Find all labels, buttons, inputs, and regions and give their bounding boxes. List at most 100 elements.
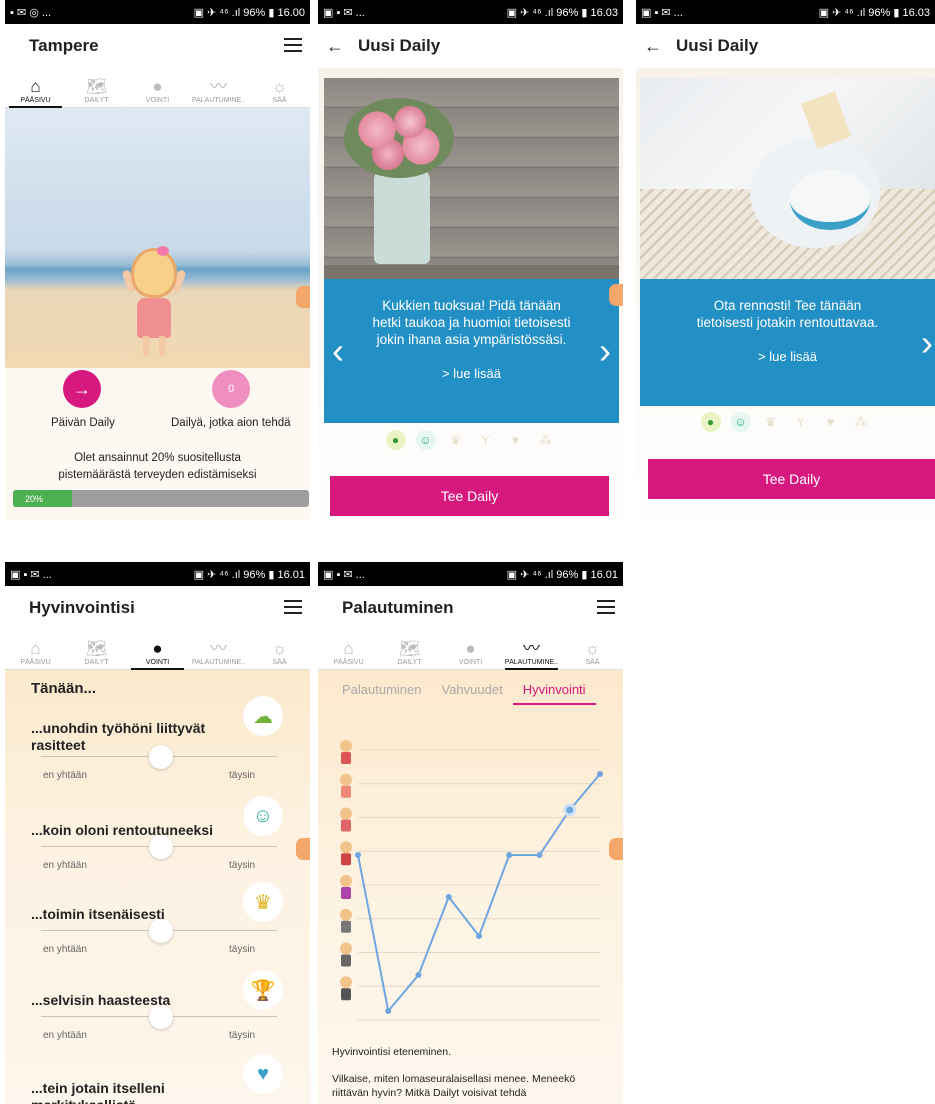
- next-arrow-icon[interactable]: ›: [921, 324, 933, 361]
- question-2: ...koin oloni rentoutuneeksi: [31, 822, 214, 838]
- relax-icon: ☺: [243, 796, 283, 836]
- status-right: ▣ ✈ ⁴⁶ .ıl 96% ▮ 16.01: [193, 568, 305, 581]
- menu-icon[interactable]: [284, 38, 302, 52]
- slider-min-label: en yhtään: [43, 944, 87, 955]
- tab-bar: ⌂ PÄÄSIVU 🗺 DAILYT ● VOINTI 〰 PALAUTUMINE.. …: [318, 630, 623, 670]
- menu-icon[interactable]: [597, 600, 615, 614]
- slider-4[interactable]: [41, 1005, 277, 1029]
- slider-2[interactable]: [41, 835, 277, 859]
- tab-dailies[interactable]: 🗺 DAILYT: [379, 630, 440, 669]
- avatar-body: [341, 887, 351, 899]
- home-icon: ⌂: [30, 639, 41, 658]
- tab-weather[interactable]: ☼ SÄÄ: [562, 630, 623, 669]
- points-text: Olet ansainnut 20% suositellusta pistemä…: [58, 452, 257, 481]
- tab-home[interactable]: ⌂ PÄÄSIVU: [5, 68, 66, 108]
- tab-home[interactable]: ⌂ PÄÄSIVU: [318, 630, 379, 669]
- map-icon: 🗺: [398, 639, 421, 658]
- prev-arrow-icon[interactable]: ‹: [332, 333, 344, 369]
- relax-icon[interactable]: ☺: [730, 412, 751, 432]
- do-daily-button[interactable]: Tee Daily: [330, 476, 609, 516]
- status-right: ▣ ✈ ⁴⁶ .ıl 96% ▮ 16.01: [506, 568, 618, 581]
- slider-knob[interactable]: [149, 1005, 173, 1029]
- next-arrow-icon[interactable]: ›: [599, 333, 611, 369]
- camera-tab-icon[interactable]: [609, 838, 623, 860]
- category-icons: ● ☺ ♛ Y ♥ ⁂: [318, 430, 623, 450]
- tab-recovery[interactable]: 〰 PALAUTUMINE..: [188, 630, 249, 669]
- slider-knob[interactable]: [149, 835, 173, 859]
- tab-weather[interactable]: ☼ SÄÄ: [249, 630, 310, 669]
- crown-icon[interactable]: ♛: [446, 430, 466, 450]
- slider-knob[interactable]: [149, 745, 173, 769]
- status-bar: ▣ ▪ ✉ ... ▣ ✈ ⁴⁶ .ıl 96% ▮ 16.03: [318, 0, 623, 24]
- slider-1[interactable]: [41, 745, 277, 769]
- app-bar: Palautuminen: [318, 586, 623, 630]
- slider-knob[interactable]: [149, 919, 173, 943]
- tab-label: VOINTI: [145, 97, 170, 104]
- weather-icon: ☼: [271, 77, 288, 96]
- back-arrow-icon[interactable]: ←: [644, 36, 662, 57]
- page-title: Tampere: [29, 36, 99, 55]
- heart-icon[interactable]: ♥: [821, 412, 841, 432]
- status-left: ▣ ▪ ✉ ...: [323, 568, 365, 581]
- chart-caption: Hyvinvointisi eteneminen.: [332, 1046, 452, 1058]
- screen-home: ▪ ✉ ◎ ... ▣ ✈ ⁴⁶ .ıl 96% ▮ 16.00 Tampere …: [5, 0, 310, 520]
- people-icon[interactable]: ⁂: [536, 430, 556, 450]
- slider-max-label: täysin: [229, 770, 256, 781]
- do-daily-button[interactable]: Tee Daily: [648, 459, 935, 499]
- tab-label: VOINTI: [145, 659, 170, 666]
- subtab-wellbeing[interactable]: Hyvinvointi: [512, 682, 596, 705]
- tab-weather[interactable]: ☼ SÄÄ: [249, 68, 310, 107]
- app-bar: Hyvinvointisi: [5, 586, 310, 630]
- app-bar: ← Uusi Daily: [318, 24, 623, 68]
- pulse-icon: 〰: [210, 639, 227, 658]
- planned-count[interactable]: 0: [212, 370, 250, 408]
- person-icon: ●: [152, 77, 163, 96]
- person-icon: ●: [465, 639, 476, 658]
- status-left: ▪ ✉ ◎ ...: [10, 6, 52, 19]
- slider-3[interactable]: [41, 919, 277, 943]
- data-point: [536, 852, 543, 858]
- tab-wellbeing[interactable]: ● VOINTI: [440, 630, 501, 669]
- menu-icon[interactable]: [284, 600, 302, 614]
- subtab-recovery[interactable]: Palautuminen: [332, 682, 432, 697]
- camera-tab-icon[interactable]: [296, 838, 310, 860]
- subtab-strengths[interactable]: Vahvuudet: [432, 682, 513, 697]
- avatar-head: [340, 841, 352, 854]
- screen-recovery: ▣ ▪ ✉ ... ▣ ✈ ⁴⁶ .ıl 96% ▮ 16.01 Palautum…: [318, 562, 623, 1104]
- tab-dailies[interactable]: 🗺 DAILYT: [66, 630, 127, 669]
- daily-button[interactable]: →: [63, 370, 101, 408]
- mind-icon[interactable]: ●: [385, 430, 406, 450]
- mind-icon[interactable]: ●: [700, 412, 721, 432]
- weather-icon: ☼: [271, 639, 288, 658]
- people-icon[interactable]: ⁂: [851, 412, 871, 432]
- tab-recovery[interactable]: 〰 PALAUTUMINE..: [501, 630, 562, 670]
- trophy-icon[interactable]: Y: [476, 430, 496, 450]
- status-bar: ▪ ✉ ◎ ... ▣ ✈ ⁴⁶ .ıl 96% ▮ 16.00: [5, 0, 310, 24]
- tab-recovery[interactable]: 〰 PALAUTUMINE..: [188, 68, 249, 107]
- trophy-icon[interactable]: Y: [791, 412, 811, 432]
- arrow-right-icon: →: [73, 378, 91, 399]
- pulse-icon: 〰: [210, 77, 227, 96]
- tab-wellbeing[interactable]: ● VOINTI: [127, 68, 188, 107]
- avatar-head: [340, 740, 352, 752]
- data-point: [385, 1008, 392, 1014]
- progress-label: 20%: [25, 493, 44, 504]
- read-more-link[interactable]: > lue lisää: [640, 349, 935, 364]
- progress-bar: 20%: [13, 490, 309, 507]
- tab-home[interactable]: ⌂ PÄÄSIVU: [5, 630, 66, 669]
- relax-icon[interactable]: ☺: [415, 430, 436, 450]
- back-arrow-icon[interactable]: ←: [326, 36, 344, 57]
- crown-icon[interactable]: ♛: [761, 412, 781, 432]
- camera-tab-icon[interactable]: [296, 286, 310, 308]
- daily-quote: Ota rennosti! Tee tänään tietoisesti jot…: [696, 298, 879, 330]
- avatar-head: [340, 942, 352, 955]
- camera-tab-icon[interactable]: [609, 284, 623, 306]
- avatar-body: [341, 853, 351, 866]
- read-more-link[interactable]: > lue lisää: [324, 366, 619, 381]
- avatar-head: [340, 807, 352, 820]
- tab-dailies[interactable]: 🗺 DAILYT: [66, 68, 127, 107]
- tab-wellbeing[interactable]: ● VOINTI: [127, 630, 188, 670]
- heart-icon[interactable]: ♥: [506, 430, 526, 450]
- question-3: ...toimin itsenäisesti: [31, 906, 165, 922]
- pulse-icon: 〰: [523, 639, 540, 658]
